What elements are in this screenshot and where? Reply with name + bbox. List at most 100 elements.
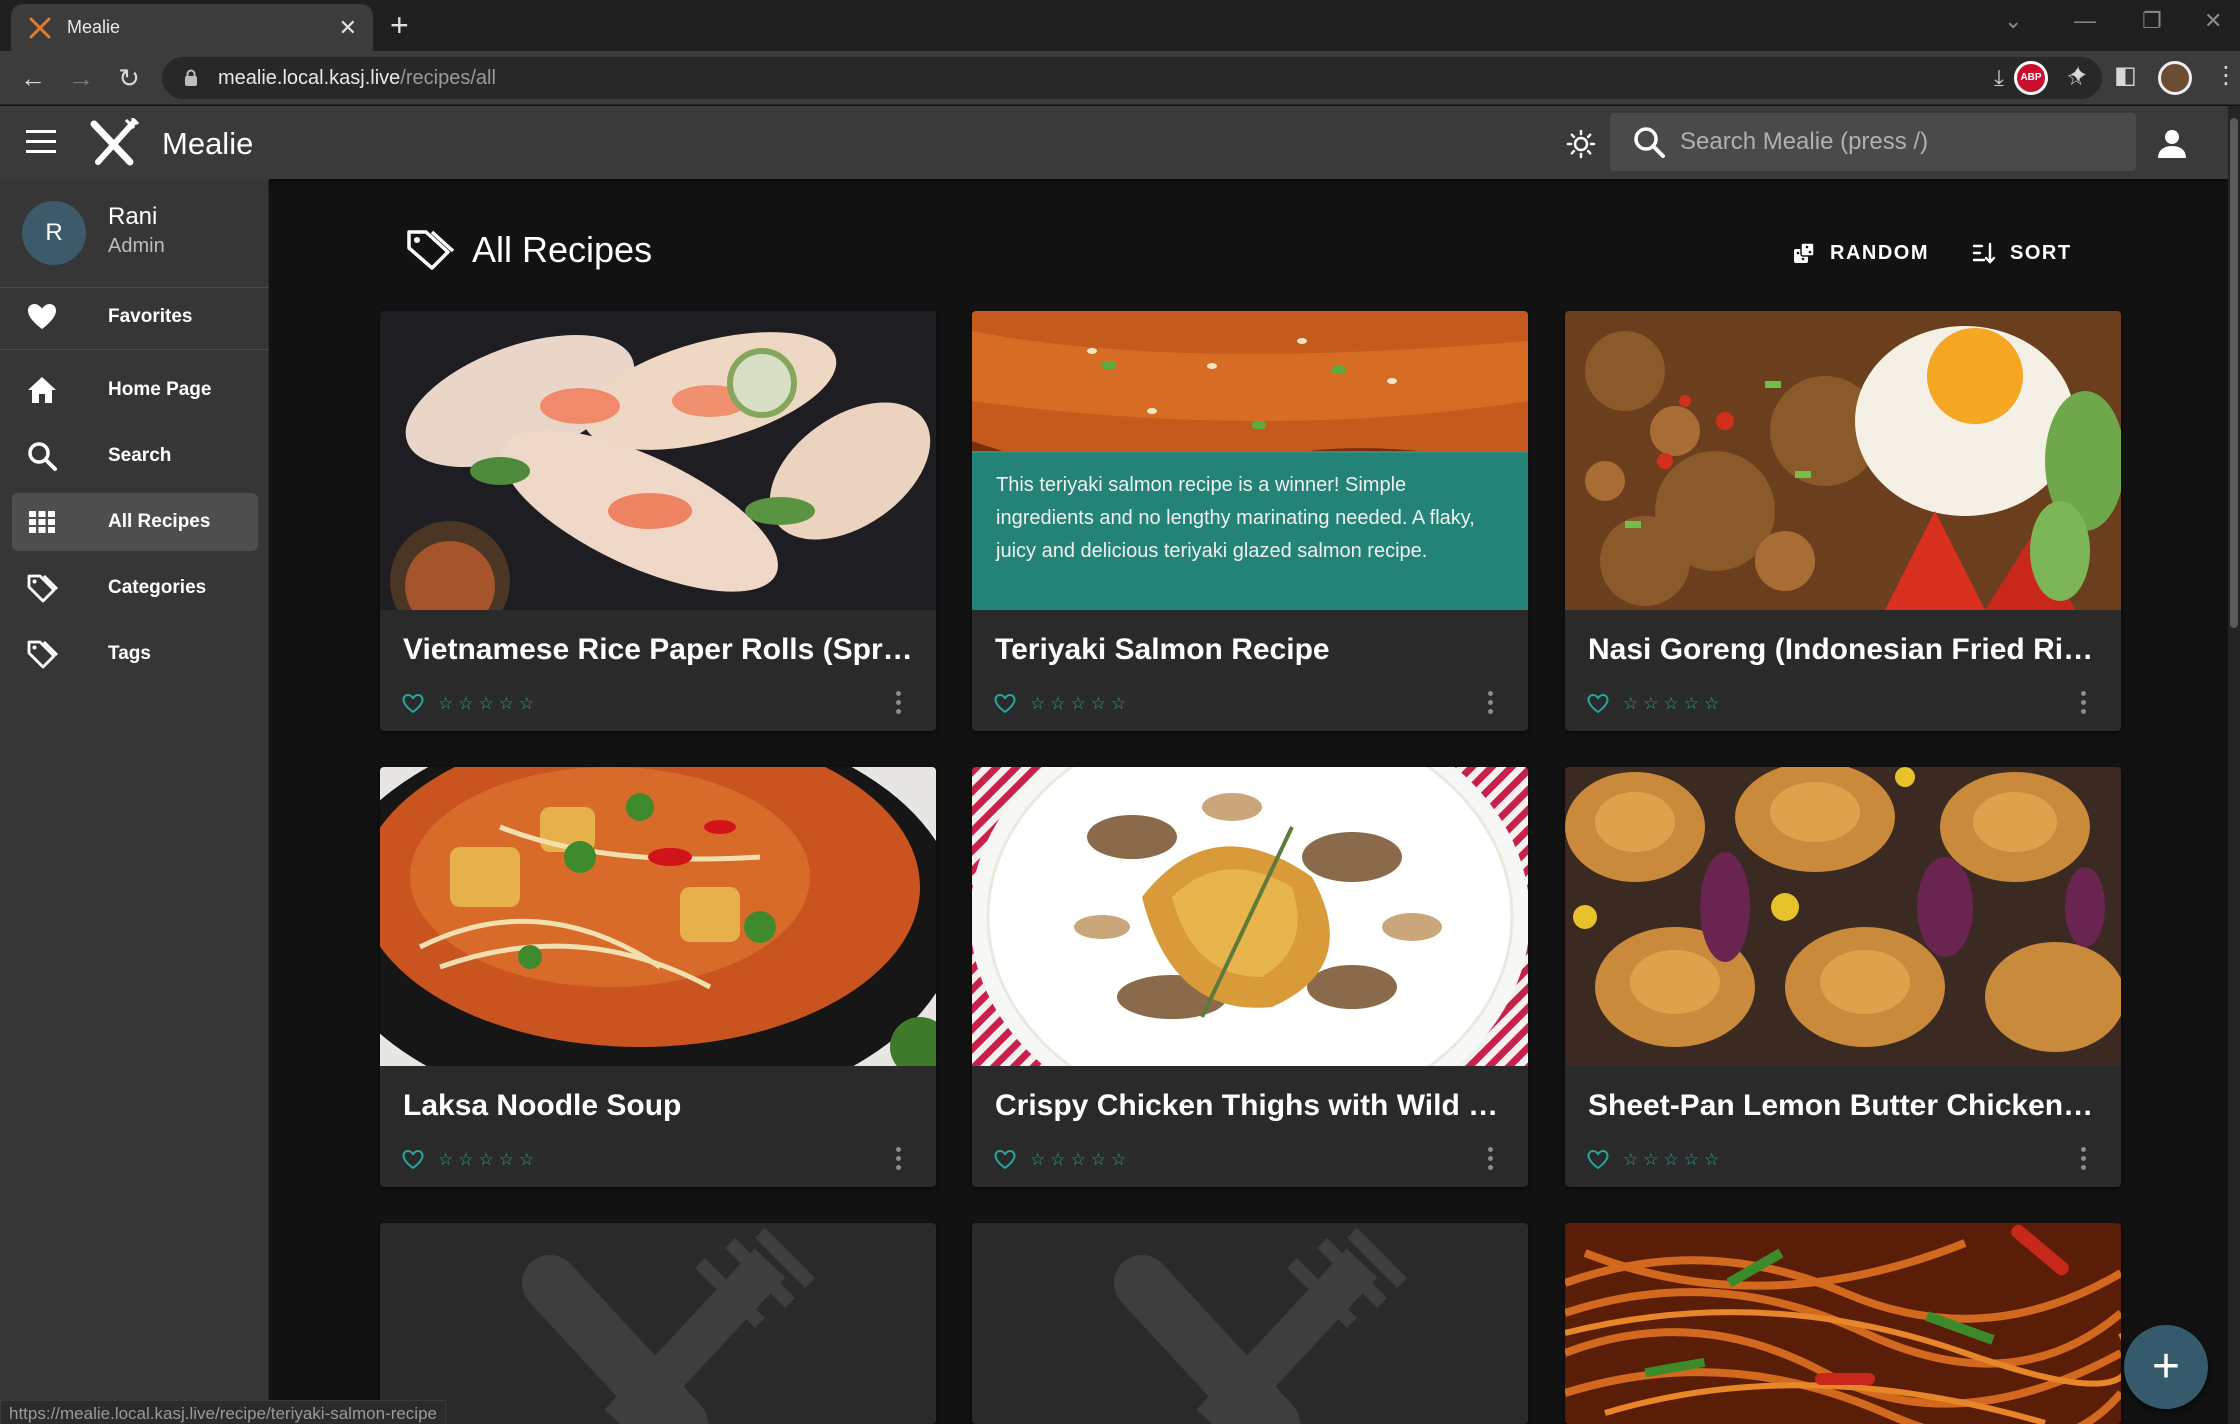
sidebar: R Rani Admin Favorites Home Page Search … bbox=[0, 179, 269, 1424]
favorite-heart-icon[interactable] bbox=[994, 693, 1016, 715]
page-scrollbar[interactable] bbox=[2228, 106, 2240, 1424]
back-icon[interactable]: ← bbox=[16, 61, 50, 95]
menu-hamburger-icon[interactable] bbox=[26, 130, 56, 154]
browser-profile-avatar[interactable] bbox=[2158, 61, 2192, 95]
favorite-heart-icon[interactable] bbox=[402, 1149, 424, 1171]
sort-button[interactable]: SORT bbox=[1972, 236, 2072, 270]
restore-icon[interactable]: ❐ bbox=[2142, 8, 2162, 34]
favorite-heart-icon[interactable] bbox=[1587, 693, 1609, 715]
new-tab-icon[interactable]: + bbox=[390, 9, 409, 41]
recipe-card[interactable]: This teriyaki salmon recipe is a winner!… bbox=[972, 311, 1528, 731]
recipe-actions: ☆☆☆☆☆ bbox=[1587, 1149, 1724, 1171]
sidebar-item-favorites[interactable]: Favorites bbox=[12, 288, 258, 346]
rating-stars[interactable]: ☆☆☆☆☆ bbox=[1623, 1150, 1724, 1170]
more-options-icon[interactable] bbox=[2081, 1147, 2087, 1171]
more-options-icon[interactable] bbox=[896, 1147, 902, 1171]
sidebar-item-all-recipes[interactable]: All Recipes bbox=[12, 493, 258, 551]
more-options-icon[interactable] bbox=[1488, 1147, 1494, 1171]
recipe-actions: ☆☆☆☆☆ bbox=[994, 1149, 1131, 1171]
status-bar-url: https://mealie.local.kasj.live/recipe/te… bbox=[0, 1400, 446, 1424]
browser-tabstrip: Mealie ✕ + ⌄ — ❐ ✕ bbox=[0, 0, 2240, 51]
app-title[interactable]: Mealie bbox=[162, 126, 253, 162]
mealie-favicon-icon bbox=[29, 17, 51, 38]
recipe-card[interactable]: Vietnamese Rice Paper Rolls (Sprin... ☆☆… bbox=[380, 311, 936, 731]
rating-stars[interactable]: ☆☆☆☆☆ bbox=[438, 1150, 539, 1170]
favorite-heart-icon[interactable] bbox=[994, 1149, 1016, 1171]
sort-label: SORT bbox=[2010, 241, 2072, 264]
user-account-icon[interactable] bbox=[2155, 126, 2189, 160]
add-recipe-button[interactable]: + bbox=[2124, 1325, 2208, 1409]
tab-search-icon[interactable]: ⌄ bbox=[2004, 8, 2022, 34]
user-name: Rani bbox=[108, 203, 158, 230]
sidebar-divider bbox=[0, 349, 269, 350]
rating-stars[interactable]: ☆☆☆☆☆ bbox=[1030, 694, 1131, 714]
recipe-title[interactable]: Teriyaki Salmon Recipe bbox=[995, 633, 1505, 667]
favorite-heart-icon[interactable] bbox=[402, 693, 424, 715]
recipe-actions: ☆☆☆☆☆ bbox=[994, 693, 1131, 715]
rating-stars[interactable]: ☆☆☆☆☆ bbox=[1623, 694, 1724, 714]
home-icon bbox=[28, 377, 56, 403]
adblock-extension-icon[interactable]: ABP bbox=[2014, 61, 2048, 95]
user-profile[interactable]: R Rani Admin bbox=[22, 201, 165, 265]
recipe-description: This teriyaki salmon recipe is a winner!… bbox=[972, 453, 1528, 610]
install-app-icon[interactable]: ⤓ bbox=[1994, 65, 2004, 91]
recipe-card[interactable] bbox=[1565, 1223, 2121, 1424]
favorite-heart-icon[interactable] bbox=[1587, 1149, 1609, 1171]
sidebar-item-tags[interactable]: Tags bbox=[12, 625, 258, 683]
search-input[interactable] bbox=[1680, 128, 2120, 156]
close-window-icon[interactable]: ✕ bbox=[2204, 8, 2222, 34]
browser-menu-icon[interactable]: ⋮ bbox=[2214, 61, 2238, 90]
more-options-icon[interactable] bbox=[2081, 691, 2087, 715]
tab-close-icon[interactable]: ✕ bbox=[339, 15, 357, 41]
theme-toggle-icon[interactable] bbox=[1566, 129, 1596, 159]
sidebar-item-home-page[interactable]: Home Page bbox=[12, 361, 258, 419]
recipe-title[interactable]: Nasi Goreng (Indonesian Fried Rice) bbox=[1588, 633, 2098, 667]
address-bar[interactable]: mealie.local.kasj.live/recipes/all ⤓ ⇪ ☆ bbox=[162, 57, 2102, 99]
tags-icon bbox=[407, 230, 455, 270]
sidebar-item-label: Categories bbox=[108, 577, 207, 598]
sort-icon bbox=[1972, 242, 1996, 264]
browser-toolbar: ← → ↻ mealie.local.kasj.live/recipes/all… bbox=[0, 51, 2240, 105]
recipe-card[interactable]: Crispy Chicken Thighs with Wild M... ☆☆☆… bbox=[972, 767, 1528, 1187]
sidebar-item-label: Favorites bbox=[108, 306, 193, 327]
extensions-puzzle-icon[interactable]: ✦ bbox=[2068, 61, 2088, 90]
recipe-title[interactable]: Sheet-Pan Lemon Butter Chicken T... bbox=[1588, 1089, 2098, 1123]
minimize-icon[interactable]: — bbox=[2074, 8, 2096, 34]
random-button[interactable]: RANDOM bbox=[1792, 236, 1929, 270]
sidebar-item-label: Tags bbox=[108, 643, 151, 664]
recipe-actions: ☆☆☆☆☆ bbox=[1587, 693, 1724, 715]
forward-icon[interactable]: → bbox=[64, 61, 98, 95]
recipe-card[interactable] bbox=[380, 1223, 936, 1424]
sidebar-item-categories[interactable]: Categories bbox=[12, 559, 258, 617]
recipe-card[interactable]: Sheet-Pan Lemon Butter Chicken T... ☆☆☆☆… bbox=[1565, 767, 2121, 1187]
recipe-image bbox=[380, 767, 936, 1066]
recipe-title[interactable]: Crispy Chicken Thighs with Wild M... bbox=[995, 1089, 1505, 1123]
more-options-icon[interactable] bbox=[896, 691, 902, 715]
mealie-logo-icon[interactable] bbox=[88, 118, 140, 168]
sidebar-item-label: All Recipes bbox=[108, 511, 211, 532]
reload-icon[interactable]: ↻ bbox=[112, 61, 146, 95]
side-panel-icon[interactable]: ◧ bbox=[2114, 61, 2137, 90]
plus-icon: + bbox=[2151, 1340, 2181, 1393]
rating-stars[interactable]: ☆☆☆☆☆ bbox=[1030, 1150, 1131, 1170]
url-path: /recipes/all bbox=[400, 66, 496, 89]
avatar[interactable]: R bbox=[22, 201, 86, 265]
browser-tab[interactable]: Mealie ✕ bbox=[11, 4, 373, 51]
more-options-icon[interactable] bbox=[1488, 691, 1494, 715]
dice-icon bbox=[1794, 242, 1815, 263]
rating-stars[interactable]: ☆☆☆☆☆ bbox=[438, 694, 539, 714]
placeholder-utensils-icon bbox=[972, 1223, 1528, 1424]
lock-icon bbox=[185, 69, 197, 86]
page-title: All Recipes bbox=[472, 229, 653, 270]
recipe-title[interactable]: Vietnamese Rice Paper Rolls (Sprin... bbox=[403, 633, 913, 667]
recipe-card[interactable]: Laksa Noodle Soup ☆☆☆☆☆ bbox=[380, 767, 936, 1187]
recipe-actions: ☆☆☆☆☆ bbox=[402, 693, 539, 715]
recipe-title[interactable]: Laksa Noodle Soup bbox=[403, 1089, 913, 1123]
recipe-image bbox=[972, 767, 1528, 1066]
scrollbar-thumb[interactable] bbox=[2230, 118, 2238, 628]
page-header: All Recipes bbox=[406, 228, 652, 272]
search-box[interactable] bbox=[1610, 113, 2136, 171]
recipe-card[interactable] bbox=[972, 1223, 1528, 1424]
recipe-card[interactable]: Nasi Goreng (Indonesian Fried Rice) ☆☆☆☆… bbox=[1565, 311, 2121, 731]
sidebar-item-search[interactable]: Search bbox=[12, 427, 258, 485]
